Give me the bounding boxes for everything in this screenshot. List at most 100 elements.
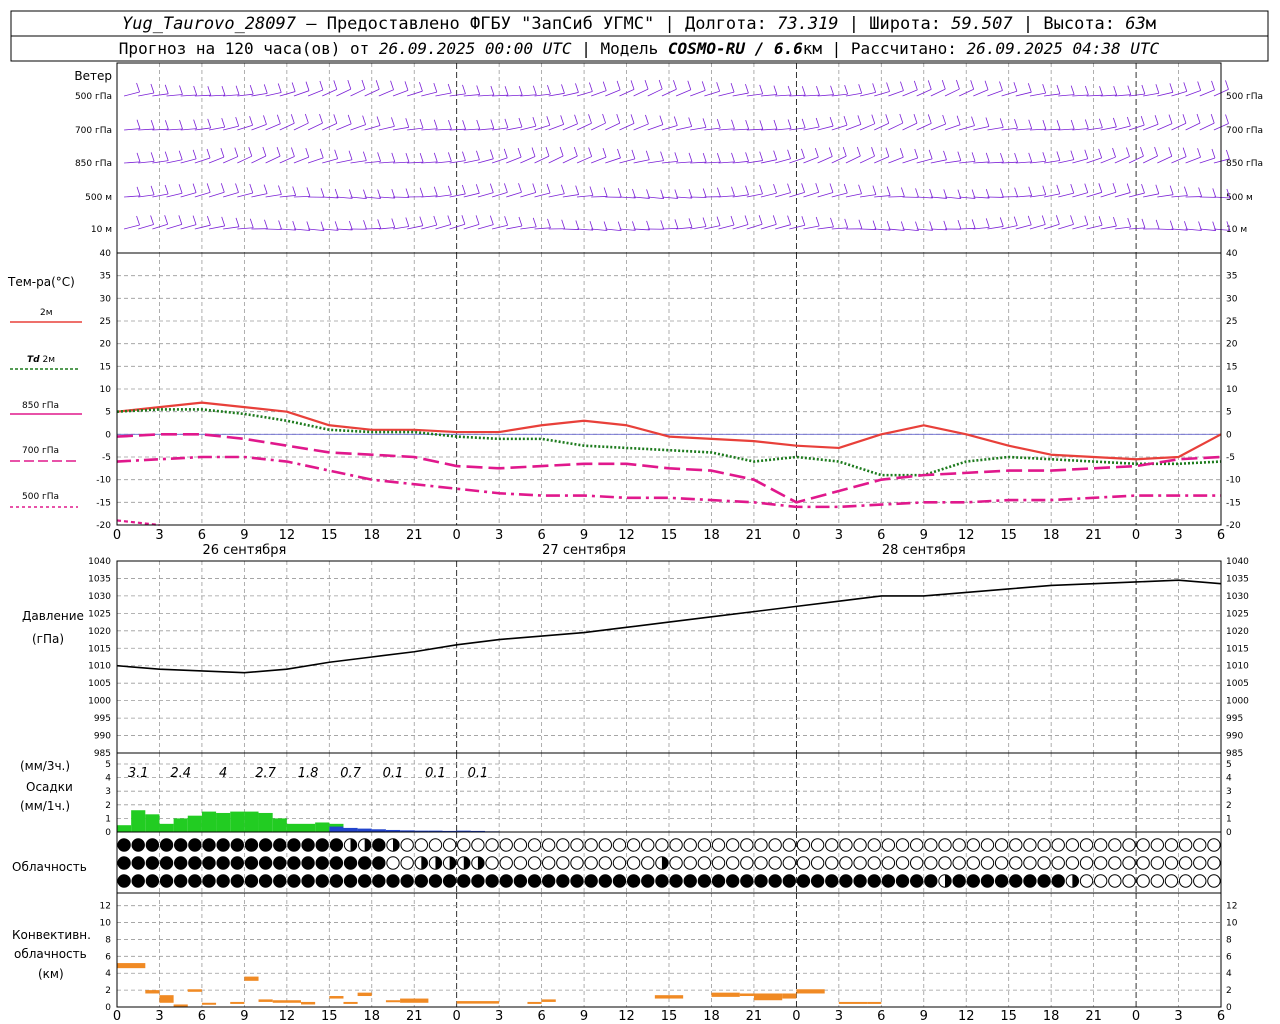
cloud-cell	[867, 838, 881, 852]
cloud-cell	[839, 856, 853, 870]
wind-barb	[775, 192, 791, 198]
cloud-cell	[1150, 856, 1165, 870]
wind-barb	[1157, 155, 1172, 164]
wind-barb-feather	[616, 113, 621, 124]
wind-barb	[534, 227, 551, 230]
precipitation-panel: 3.1 2.4 4 2.7 1.8 0.7 0.1 0.1 0.1	[117, 766, 500, 832]
wind-barb-feather	[588, 82, 593, 92]
wind-barb	[1001, 127, 1018, 131]
wind-barb	[930, 88, 946, 97]
wind-barb	[661, 196, 678, 199]
wind-barb-feather	[886, 82, 890, 92]
hour-tick-bottom: 18	[363, 1009, 380, 1024]
legend-td-label: Td 2м	[27, 355, 55, 365]
hour-tick: 12	[279, 528, 296, 543]
wind-barb	[959, 196, 976, 199]
hour-tick: 6	[198, 528, 206, 543]
wind-barb-feather	[858, 84, 863, 94]
cloud-cell	[994, 874, 1009, 888]
wind-barb	[463, 94, 480, 97]
wind-barb-feather	[773, 184, 777, 194]
wind-barb-feather	[1113, 216, 1117, 227]
wind-barb	[265, 123, 281, 131]
temp-tick-left: 20	[100, 340, 112, 350]
wind-barb-feather	[730, 83, 735, 93]
wind-barb	[591, 196, 608, 198]
cloud-cell	[513, 874, 528, 888]
precip-unit3-label: (мм/3ч.)	[20, 759, 70, 773]
wind-barb	[732, 224, 749, 230]
wind-barb-feather	[150, 83, 155, 94]
wind-barb	[279, 91, 296, 97]
calc-label: | Рассчитано:	[832, 39, 957, 58]
wind-barb	[1185, 90, 1201, 97]
snow-bar	[329, 826, 344, 832]
temp-title: Тем-ра(°С)	[7, 275, 75, 289]
wind-barb-feather	[391, 152, 396, 163]
cloud-cell	[1207, 856, 1221, 870]
conv-tick-left: 12	[100, 902, 111, 912]
wind-barb	[463, 192, 480, 198]
wind-level-label-left: 500 гПа	[75, 92, 112, 102]
temp-tick-left: 15	[100, 362, 111, 372]
wind-barb-feather	[914, 148, 919, 159]
wind-barb-feather	[688, 117, 693, 127]
wind-barb-feather	[1042, 152, 1047, 162]
cloud-cell	[428, 874, 443, 888]
station-name: Yug_Taurovo_28097	[122, 14, 297, 34]
precip-sum-label: 0.1	[383, 766, 404, 781]
wind-barb-feather	[1196, 113, 1201, 124]
cloud-cell	[485, 838, 499, 852]
wind-barb-feather	[673, 80, 677, 90]
wind-barb-feather	[547, 218, 551, 228]
cloud-half	[449, 856, 456, 870]
wind-barb	[760, 94, 777, 97]
cloud-cell	[1051, 874, 1065, 888]
wind-barb	[1114, 226, 1131, 230]
pres-tick-left: 990	[94, 732, 111, 742]
precip-title: Осадки	[26, 780, 73, 794]
wind-level-label-left: 10 м	[91, 225, 112, 235]
wind-barb-feather	[1140, 115, 1145, 126]
cloud-cell	[301, 838, 315, 852]
wind-barb-feather	[927, 80, 932, 90]
wind-barb-feather	[249, 218, 254, 228]
wind-barb-feather	[545, 147, 550, 157]
cloud-cell	[683, 856, 697, 870]
wind-barb-feather	[462, 120, 466, 130]
wind-barb	[336, 228, 353, 231]
cloud-cell	[626, 874, 641, 888]
wind-barb	[775, 158, 791, 164]
wind-barb-feather	[971, 219, 976, 229]
conv-tick-right: 2	[1226, 986, 1232, 996]
cloud-cell	[556, 838, 570, 852]
hour-tick-bottom: 6	[198, 1009, 206, 1024]
cloud-cell	[839, 874, 853, 888]
wind-barb	[860, 228, 877, 230]
cloud-cell	[810, 838, 825, 852]
wind-barb-feather	[999, 118, 1004, 128]
wind-barb	[633, 123, 649, 131]
cloud-cell	[1037, 838, 1051, 852]
conv-bar	[739, 993, 754, 997]
wind-barb-feather	[1183, 82, 1188, 92]
wind-barb-feather	[419, 216, 424, 226]
wind-barb-feather	[674, 219, 679, 229]
wind-barb	[308, 228, 325, 231]
wind-barb-feather	[150, 215, 154, 225]
hour-tick: 0	[113, 528, 121, 543]
cloud-cell	[683, 838, 697, 852]
wind-barb-feather	[731, 119, 735, 129]
cloud-cell	[273, 856, 287, 870]
hour-tick: 15	[661, 528, 678, 543]
cloud-cell	[273, 838, 287, 852]
wind-barb-feather	[292, 186, 297, 196]
wind-barb	[888, 156, 904, 164]
hour-tick: 18	[1043, 528, 1060, 543]
temp-tick-left: 30	[100, 294, 112, 304]
cloud-cell	[1023, 838, 1037, 852]
wind-barb	[194, 224, 211, 230]
wind-barb	[859, 123, 875, 131]
cloud-cell	[541, 856, 556, 870]
cloud-cell	[1164, 874, 1179, 888]
